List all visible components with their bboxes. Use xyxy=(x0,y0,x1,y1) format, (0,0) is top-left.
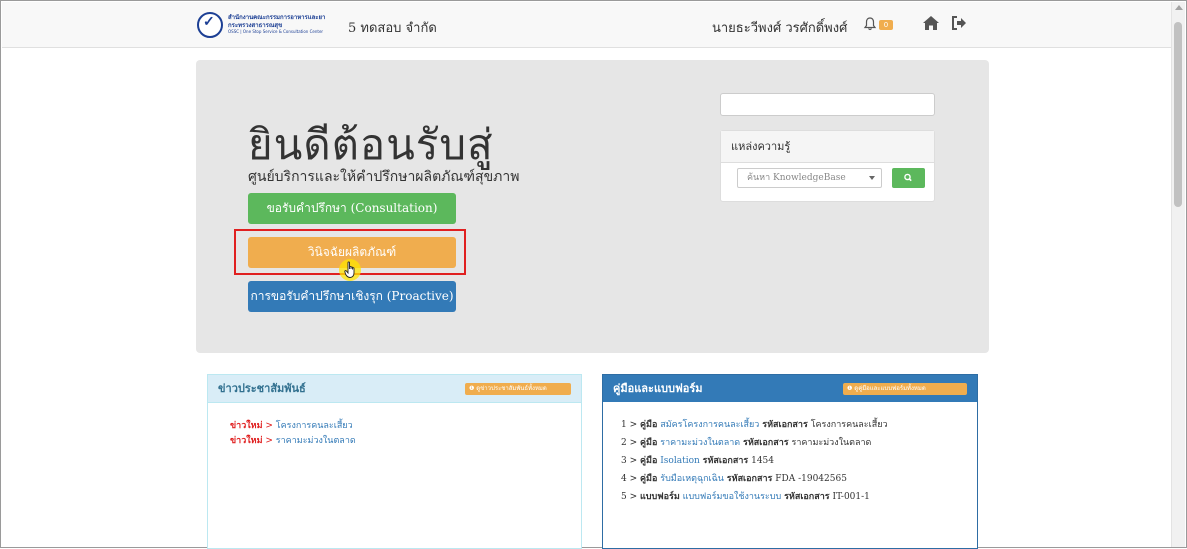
list-item[interactable]: ข่าวใหม่ > ราคามะม่วงในตลาด xyxy=(230,433,356,448)
all-manuals-label: ดูคู่มือและแบบฟอร์มทั้งหมด xyxy=(854,385,926,392)
doc-code-label: รหัสเอกสาร xyxy=(743,438,789,448)
list-item: 5 > แบบฟอร์ม แบบฟอร์มขอใช้งานระบบ รหัสเอ… xyxy=(621,489,888,507)
manuals-heading: คู่มือและแบบฟอร์ม ❶ ดูคู่มือและแบบฟอร์มท… xyxy=(603,375,977,402)
manual-link[interactable]: รับมือเหตุฉุกเฉิน xyxy=(660,474,724,484)
news-heading-label: ข่าวประชาสัมพันธ์ xyxy=(218,382,306,395)
manual-list: 1 > คู่มือ สมัครโครงการคนละเสี้ยว รหัสเอ… xyxy=(621,417,888,507)
doc-code: IT-001-1 xyxy=(832,492,870,502)
news-new-tag: ข่าวใหม่ xyxy=(230,436,263,446)
knowledge-select-placeholder: ค้นหา KnowledgeBase xyxy=(747,173,846,183)
vertical-scrollbar[interactable] xyxy=(1171,2,1185,547)
doc-code: FDA -19042565 xyxy=(775,474,847,484)
doc-code-label: รหัสเอกสาร xyxy=(702,456,749,466)
doc-code-label: รหัสเอกสาร xyxy=(762,420,808,430)
home-icon[interactable] xyxy=(922,15,940,31)
manual-type: คู่มือ xyxy=(640,456,658,466)
welcome-jumbotron: ยินดีต้อนรับสู่ ศูนย์บริการและให้คำปรึกษ… xyxy=(196,60,989,353)
knowledge-base-select[interactable]: ค้นหา KnowledgeBase xyxy=(737,168,882,188)
news-heading: ข่าวประชาสัมพันธ์ ❶ ดูข่าวประชาสัมพันธ์ท… xyxy=(208,375,581,403)
manual-type: คู่มือ xyxy=(640,420,658,430)
scroll-thumb[interactable] xyxy=(1174,22,1182,207)
all-news-label: ดูข่าวประชาสัมพันธ์ทั้งหมด xyxy=(476,385,547,392)
manual-link[interactable]: สมัครโครงการคนละเสี้ยว xyxy=(660,420,759,430)
manual-num: 4 > xyxy=(621,474,640,484)
manuals-heading-label: คู่มือและแบบฟอร์ม xyxy=(613,382,703,395)
manuals-panel: คู่มือและแบบฟอร์ม ❶ ดูคู่มือและแบบฟอร์มท… xyxy=(602,374,978,549)
top-navbar: ✓ สำนักงานคณะกรรมการอาหารและยา กระทรวงสา… xyxy=(2,2,1173,48)
news-panel: ข่าวประชาสัมพันธ์ ❶ ดูข่าวประชาสัมพันธ์ท… xyxy=(207,374,582,549)
list-item: 1 > คู่มือ สมัครโครงการคนละเสี้ยว รหัสเอ… xyxy=(621,417,888,435)
news-new-tag: ข่าวใหม่ xyxy=(230,421,263,431)
knowledge-search-button[interactable] xyxy=(892,168,925,188)
manual-link[interactable]: Isolation xyxy=(660,456,700,466)
manual-link[interactable]: แบบฟอร์มขอใช้งานระบบ xyxy=(683,492,782,502)
hand-pointer-icon xyxy=(344,261,355,278)
manual-num: 3 > xyxy=(621,456,640,466)
all-news-button[interactable]: ❶ ดูข่าวประชาสัมพันธ์ทั้งหมด xyxy=(465,383,571,395)
browser-viewport: ✓ สำนักงานคณะกรรมการอาหารและยา กระทรวงสา… xyxy=(0,0,1187,549)
news-link[interactable]: โครงการคนละเสี้ยว xyxy=(276,421,353,431)
all-manuals-button[interactable]: ❶ ดูคู่มือและแบบฟอร์มทั้งหมด xyxy=(843,383,967,395)
knowledge-heading: แหล่งความรู้ xyxy=(721,131,934,163)
notification-badge[interactable]: 0 xyxy=(879,20,893,30)
manual-type: คู่มือ xyxy=(640,474,658,484)
scroll-up-arrow-icon[interactable] xyxy=(1175,5,1183,10)
caret-down-icon xyxy=(869,176,875,180)
consultation-button[interactable]: ขอรับคำปรึกษา (Consultation) xyxy=(248,193,456,224)
bell-icon[interactable] xyxy=(863,17,877,31)
doc-code: 1454 xyxy=(751,456,775,466)
list-item[interactable]: ข่าวใหม่ > โครงการคนละเสี้ยว xyxy=(230,418,356,433)
doc-code: โครงการคนละเสี้ยว xyxy=(810,420,888,430)
proactive-button[interactable]: การขอรับคำปรึกษาเชิงรุก (Proactive) xyxy=(248,281,456,312)
news-separator: > xyxy=(262,421,276,431)
user-name[interactable]: นายธะวีพงศ์ วรศักดิ์พงศ์ xyxy=(712,17,847,38)
sign-out-icon[interactable] xyxy=(951,15,968,31)
list-item: 4 > คู่มือ รับมือเหตุฉุกเฉิน รหัสเอกสาร … xyxy=(621,471,888,489)
news-link[interactable]: ราคามะม่วงในตลาด xyxy=(276,436,356,446)
news-list: ข่าวใหม่ > โครงการคนละเสี้ยว ข่าวใหม่ > … xyxy=(230,418,356,448)
search-icon xyxy=(904,173,912,182)
manual-num: 2 > xyxy=(621,438,640,448)
fda-logo[interactable]: ✓ สำนักงานคณะกรรมการอาหารและยา กระทรวงสา… xyxy=(197,10,337,40)
hero-search-input[interactable] xyxy=(720,93,935,116)
doc-code-label: รหัสเอกสาร xyxy=(726,474,773,484)
manual-type: คู่มือ xyxy=(640,438,658,448)
welcome-subtitle: ศูนย์บริการและให้คำปรึกษาผลิตภัณฑ์สุขภาพ xyxy=(248,169,520,185)
manual-num: 1 > xyxy=(621,420,640,430)
logo-line3: OSSC | One Stop Service & Consultation C… xyxy=(228,29,324,34)
manual-type: แบบฟอร์ม xyxy=(640,492,680,502)
fda-emblem-icon: ✓ xyxy=(197,12,223,38)
doc-code-label: รหัสเอกสาร xyxy=(784,492,830,502)
manual-num: 5 > xyxy=(621,492,640,502)
list-item: 2 > คู่มือ ราคามะม่วงในตลาด รหัสเอกสาร ร… xyxy=(621,435,888,453)
company-name: 5 ทดสอบ จำกัด xyxy=(348,21,437,36)
news-separator: > xyxy=(262,436,276,446)
list-item: 3 > คู่มือ Isolation รหัสเอกสาร 1454 xyxy=(621,453,888,471)
manual-link[interactable]: ราคามะม่วงในตลาด xyxy=(660,438,740,448)
knowledge-base-panel: แหล่งความรู้ ค้นหา KnowledgeBase xyxy=(720,130,935,202)
doc-code: ราคามะม่วงในตลาด xyxy=(791,438,872,448)
